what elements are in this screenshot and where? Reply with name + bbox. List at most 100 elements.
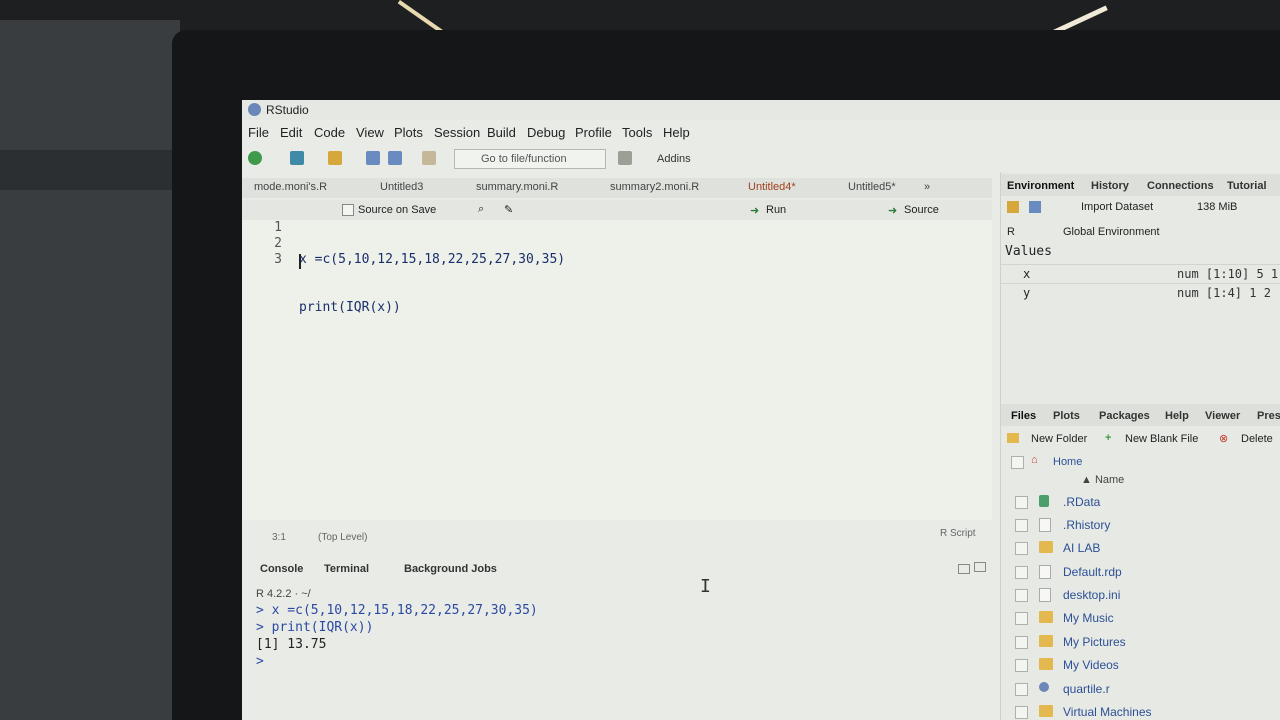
- file-row[interactable]: My Pictures: [1001, 632, 1280, 654]
- home-link[interactable]: Home: [1053, 456, 1082, 468]
- new-file-icon[interactable]: [248, 151, 262, 165]
- run-button[interactable]: Run: [766, 204, 786, 216]
- editor-toolbar: Source on Save ⌕ ✎ ➜ Run ➜ Source: [242, 200, 992, 220]
- tab-summary2-moni[interactable]: summary2.moni.R: [610, 181, 699, 193]
- menu-file[interactable]: File: [248, 125, 269, 140]
- source-on-save-checkbox[interactable]: [342, 204, 354, 216]
- env-toolbar: Import Dataset 138 MiB: [1001, 198, 1280, 218]
- tab-console[interactable]: Console: [260, 563, 303, 575]
- menu-plots[interactable]: Plots: [394, 125, 423, 140]
- tab-help[interactable]: Help: [1165, 410, 1189, 422]
- goto-file-input[interactable]: Go to file/function: [454, 149, 606, 169]
- open-folder-icon[interactable]: [1007, 201, 1019, 213]
- tab-untitled3[interactable]: Untitled3: [380, 181, 423, 193]
- file-row[interactable]: quartile.r: [1001, 679, 1280, 701]
- line-number: 3: [274, 252, 282, 267]
- menu-help[interactable]: Help: [663, 125, 690, 140]
- rdata-icon: [1039, 495, 1049, 507]
- maximize-pane-icon[interactable]: [974, 562, 986, 572]
- name-column-header[interactable]: ▲ Name: [1081, 474, 1124, 486]
- menu-tools[interactable]: Tools: [622, 125, 652, 140]
- menu-build[interactable]: Build: [487, 125, 516, 140]
- minimize-pane-icon[interactable]: [958, 564, 970, 574]
- menu-session[interactable]: Session: [434, 125, 480, 140]
- open-folder-icon[interactable]: [328, 151, 342, 165]
- environment-selector[interactable]: Global Environment: [1063, 226, 1160, 238]
- console-prompt[interactable]: >: [256, 653, 264, 670]
- more-tabs-icon[interactable]: »: [924, 181, 930, 193]
- settings-file-icon: [1039, 588, 1051, 602]
- new-folder-icon: [1007, 433, 1019, 443]
- new-project-icon[interactable]: [290, 151, 304, 165]
- file-row[interactable]: My Videos: [1001, 655, 1280, 677]
- import-dataset-button[interactable]: Import Dataset: [1081, 201, 1153, 213]
- title-bar: RStudio: [242, 100, 1280, 120]
- right-panes: Environment History Connections Tutorial…: [1000, 172, 1280, 720]
- file-row[interactable]: .RData: [1001, 492, 1280, 514]
- memory-usage[interactable]: 138 MiB: [1197, 201, 1237, 213]
- grid-layout-icon[interactable]: [618, 151, 632, 165]
- file-row[interactable]: Default.rdp: [1001, 562, 1280, 584]
- delete-button[interactable]: Delete: [1241, 433, 1273, 445]
- code-line: print(IQR(x)): [299, 300, 401, 315]
- tab-summary-moni[interactable]: summary.moni.R: [476, 181, 558, 193]
- tab-tutorial[interactable]: Tutorial: [1227, 180, 1267, 192]
- folder-icon: [1039, 705, 1053, 717]
- file-row[interactable]: My Music: [1001, 608, 1280, 630]
- search-icon[interactable]: ⌕: [478, 203, 484, 216]
- line-number-gutter: 1 2 3: [262, 220, 282, 268]
- menu-view[interactable]: View: [356, 125, 384, 140]
- home-icon[interactable]: ⌂: [1031, 454, 1038, 466]
- tab-environment[interactable]: Environment: [1007, 180, 1074, 192]
- tab-mode-moni[interactable]: mode.moni's.R: [254, 181, 327, 193]
- tab-terminal[interactable]: Terminal: [324, 563, 369, 575]
- tab-untitled4[interactable]: Untitled4*: [748, 181, 796, 193]
- cursor-position: 3:1: [272, 532, 286, 543]
- tab-viewer[interactable]: Viewer: [1205, 410, 1240, 422]
- new-blank-file-button[interactable]: New Blank File: [1125, 433, 1198, 445]
- tab-presentation[interactable]: Prese: [1257, 410, 1280, 422]
- tab-plots[interactable]: Plots: [1053, 410, 1080, 422]
- console-tab-bar: Console Terminal Background Jobs: [242, 558, 992, 580]
- file-icon: [1039, 565, 1051, 579]
- files-tab-bar: Files Plots Packages Help Viewer Prese: [1001, 404, 1280, 426]
- save-icon[interactable]: [1029, 201, 1041, 213]
- r-version-label: R 4.2.2 · ~/: [256, 588, 311, 600]
- tab-history[interactable]: History: [1091, 180, 1129, 192]
- language-selector[interactable]: R: [1007, 226, 1015, 238]
- adjacent-monitor: [0, 20, 180, 720]
- code-editor[interactable]: 1 2 3 x =c(5,10,12,15,18,22,25,27,30,35)…: [242, 220, 992, 597]
- file-row[interactable]: desktop.ini: [1001, 585, 1280, 607]
- print-icon[interactable]: [422, 151, 436, 165]
- menu-profile[interactable]: Profile: [575, 125, 612, 140]
- env-tab-bar: Environment History Connections Tutorial: [1001, 174, 1280, 196]
- env-variable-row[interactable]: y num [1:4] 1 2: [1001, 283, 1280, 302]
- new-folder-button[interactable]: New Folder: [1031, 433, 1087, 445]
- tab-connections[interactable]: Connections: [1147, 180, 1214, 192]
- menu-edit[interactable]: Edit: [280, 125, 302, 140]
- values-section-header: Values: [1005, 244, 1052, 259]
- save-all-icon[interactable]: [388, 151, 402, 165]
- env-scope-bar: R Global Environment: [1001, 222, 1280, 242]
- tab-untitled5[interactable]: Untitled5*: [848, 181, 896, 193]
- file-row[interactable]: AI LAB: [1001, 538, 1280, 560]
- env-variable-row[interactable]: x num [1:10] 5 1: [1001, 264, 1280, 283]
- addins-menu[interactable]: Addins: [657, 153, 691, 165]
- file-row[interactable]: Virtual Machines: [1001, 702, 1280, 720]
- folder-icon: [1039, 541, 1053, 553]
- tab-files[interactable]: Files: [1011, 410, 1036, 422]
- source-button[interactable]: Source: [904, 204, 939, 216]
- tab-packages[interactable]: Packages: [1099, 410, 1150, 422]
- folder-icon: [1039, 611, 1053, 623]
- file-type-selector[interactable]: R Script: [940, 528, 976, 539]
- console-output[interactable]: R 4.2.2 · ~/ > x =c(5,10,12,15,18,22,25,…: [242, 582, 992, 720]
- tab-background-jobs[interactable]: Background Jobs: [404, 563, 497, 575]
- files-breadcrumb: ⌂ Home: [1001, 452, 1280, 472]
- magic-wand-icon[interactable]: ✎: [504, 203, 513, 216]
- scope-indicator[interactable]: (Top Level): [318, 532, 367, 543]
- select-all-checkbox[interactable]: [1011, 456, 1024, 469]
- file-row[interactable]: .Rhistory: [1001, 515, 1280, 537]
- menu-debug[interactable]: Debug: [527, 125, 565, 140]
- save-icon[interactable]: [366, 151, 380, 165]
- menu-code[interactable]: Code: [314, 125, 345, 140]
